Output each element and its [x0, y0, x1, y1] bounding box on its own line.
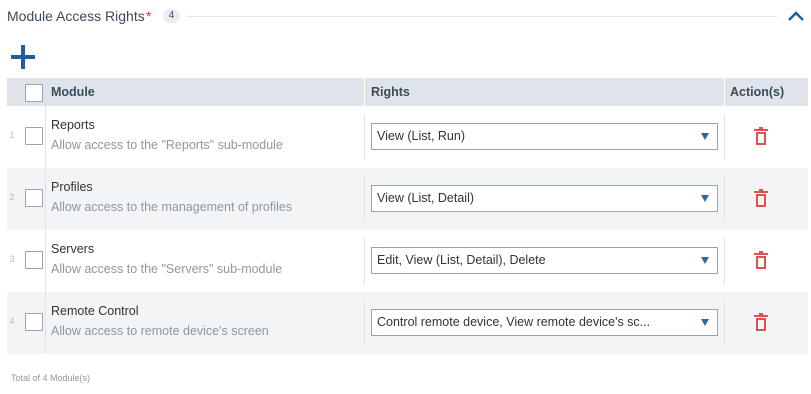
- rights-select-value: View (List, Detail): [377, 191, 475, 205]
- total-count-label: Total of 4 Module(s): [11, 373, 91, 383]
- trash-icon[interactable]: [754, 189, 768, 207]
- required-mark: *: [146, 8, 152, 24]
- cell-divider: [364, 238, 365, 284]
- dropdown-arrow-icon: [701, 319, 709, 326]
- plus-icon[interactable]: [10, 44, 36, 70]
- row-divider: [45, 292, 46, 354]
- chevron-up-icon[interactable]: [786, 8, 806, 24]
- row-checkbox[interactable]: [25, 313, 43, 331]
- rights-select[interactable]: Control remote device, View remote devic…: [371, 309, 718, 336]
- row-divider: [45, 106, 46, 168]
- cell-divider: [724, 300, 725, 346]
- cell-divider: [364, 176, 365, 222]
- rights-select-value: Edit, View (List, Detail), Delete: [377, 253, 546, 267]
- header-divider: [187, 16, 777, 17]
- row-checkbox[interactable]: [25, 251, 43, 269]
- table-row: 4 Remote Control Allow access to remote …: [7, 292, 808, 354]
- table-row: 3 Servers Allow access to the "Servers" …: [7, 230, 808, 292]
- column-divider: [364, 78, 365, 106]
- module-name: Remote Control: [51, 304, 139, 318]
- rights-select-value: Control remote device, View remote devic…: [377, 315, 651, 329]
- column-header-rights: Rights: [371, 85, 410, 99]
- dropdown-arrow-icon: [701, 195, 709, 202]
- dropdown-arrow-icon: [701, 133, 709, 140]
- section-header: Module Access Rights * 4: [0, 0, 811, 34]
- module-description: Allow access to the management of profil…: [51, 200, 293, 214]
- row-number: 3: [9, 254, 15, 264]
- row-number: 2: [9, 192, 15, 202]
- trash-icon[interactable]: [754, 251, 768, 269]
- cell-divider: [364, 300, 365, 346]
- column-header-actions: Action(s): [730, 85, 785, 99]
- row-number: 4: [9, 316, 15, 326]
- cell-divider: [364, 114, 365, 160]
- select-all-checkbox[interactable]: [25, 84, 43, 102]
- trash-icon[interactable]: [754, 313, 768, 331]
- row-divider: [45, 230, 46, 292]
- row-number: 1: [9, 130, 15, 140]
- cell-divider: [724, 238, 725, 284]
- rights-select-value: View (List, Run): [377, 129, 465, 143]
- table-header: Module Rights Action(s): [7, 78, 808, 106]
- row-checkbox[interactable]: [25, 189, 43, 207]
- rights-select[interactable]: View (List, Run): [371, 123, 718, 150]
- table-row: 1 Reports Allow access to the "Reports" …: [7, 106, 808, 168]
- module-name: Profiles: [51, 180, 93, 194]
- dropdown-arrow-icon: [701, 257, 709, 264]
- module-description: Allow access to the "Servers" sub-module: [51, 262, 283, 276]
- module-rights-table: Module Rights Action(s) 1 Reports Allow …: [7, 78, 808, 354]
- trash-icon[interactable]: [754, 127, 768, 145]
- rights-select[interactable]: Edit, View (List, Detail), Delete: [371, 247, 718, 274]
- module-name: Reports: [51, 118, 95, 132]
- column-divider: [724, 78, 725, 106]
- module-description: Allow access to remote device's screen: [51, 324, 269, 338]
- section-title: Module Access Rights: [7, 8, 145, 24]
- module-name: Servers: [51, 242, 95, 256]
- column-header-module: Module: [51, 85, 95, 99]
- module-description: Allow access to the "Reports" sub-module: [51, 138, 283, 152]
- row-checkbox[interactable]: [25, 127, 43, 145]
- row-divider: [45, 168, 46, 230]
- rights-select[interactable]: View (List, Detail): [371, 185, 718, 212]
- table-row: 2 Profiles Allow access to the managemen…: [7, 168, 808, 230]
- cell-divider: [724, 114, 725, 160]
- cell-divider: [724, 176, 725, 222]
- count-badge: 4: [163, 9, 180, 23]
